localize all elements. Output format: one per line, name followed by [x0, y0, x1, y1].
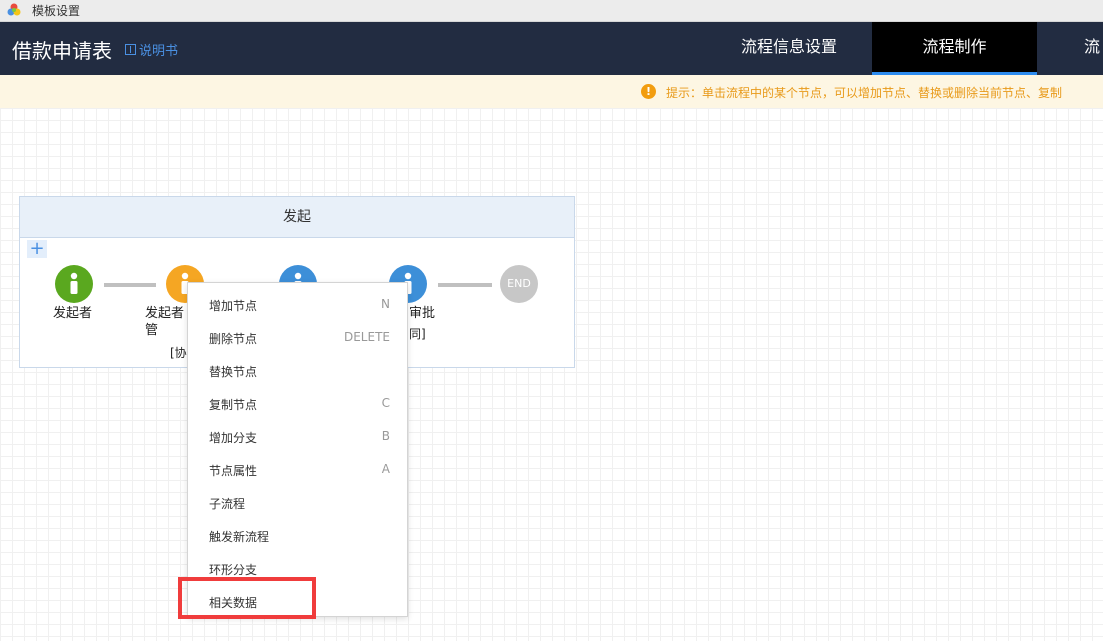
info-icon: !: [641, 84, 656, 99]
menu-item-shortcut: A: [381, 462, 390, 476]
context-menu: 增加节点 N 删除节点 DELETE 替换节点 复制节点 C 增加分支 B 节点…: [187, 282, 408, 617]
flow-node-initiator[interactable]: [55, 265, 93, 303]
menu-item-add-branch[interactable]: 增加分支 B: [188, 420, 407, 453]
menu-item-shortcut: N: [381, 297, 390, 311]
menu-item-label: 删除节点: [209, 332, 258, 346]
node-label: 发起者: [53, 306, 93, 321]
lane-title: 发起: [20, 197, 574, 238]
form-title: 借款申请表: [12, 39, 112, 63]
menu-item-copy-node[interactable]: 复制节点 C: [188, 387, 407, 420]
node-label: 同]: [409, 327, 426, 341]
menu-item-label: 复制节点: [209, 398, 258, 412]
window-title-bar: 模板设置: [0, 0, 1103, 22]
menu-item-shortcut: C: [381, 396, 390, 410]
connector-line: [438, 283, 492, 287]
hint-bar: ! 提示：单击流程中的某个节点，可以增加节点、替换或删除当前节点、复制: [0, 75, 1103, 108]
node-label: 审批: [409, 306, 436, 321]
menu-item-shortcut: DELETE: [343, 330, 390, 344]
menu-item-delete-node[interactable]: 删除节点 DELETE: [188, 321, 407, 354]
menu-item-label: 子流程: [209, 497, 246, 511]
menu-item-trigger-new-process[interactable]: 触发新流程: [188, 519, 407, 552]
hint-text: 提示：单击流程中的某个节点，可以增加节点、替换或删除当前节点、复制: [666, 86, 1063, 100]
menu-item-label: 替换节点: [209, 365, 258, 379]
book-icon: [125, 44, 136, 55]
tab-next[interactable]: 流: [1070, 22, 1103, 75]
menu-item-label: 增加分支: [209, 431, 258, 445]
node-label: 管: [145, 323, 159, 338]
window-title: 模板设置: [32, 4, 81, 18]
node-label: 发起者: [145, 306, 185, 321]
menu-item-label: 增加节点: [209, 299, 258, 313]
node-label: [协: [170, 346, 187, 360]
menu-item-label: 环形分支: [209, 563, 258, 577]
flow-node-end[interactable]: END: [500, 265, 538, 303]
menu-item-label: 节点属性: [209, 464, 258, 478]
app-header: 借款申请表 说明书 流程信息设置 流程制作 流: [0, 22, 1103, 75]
manual-link-label: 说明书: [139, 44, 179, 59]
menu-item-shortcut: B: [381, 429, 390, 443]
menu-item-add-node[interactable]: 增加节点 N: [188, 288, 407, 321]
end-label: END: [507, 277, 531, 290]
connector-line: [104, 283, 156, 287]
menu-item-subprocess[interactable]: 子流程: [188, 486, 407, 519]
person-icon: [70, 272, 78, 294]
menu-item-node-properties[interactable]: 节点属性 A: [188, 453, 407, 486]
menu-item-replace-node[interactable]: 替换节点: [188, 354, 407, 387]
menu-item-label: 触发新流程: [209, 530, 270, 544]
highlight-annotation: [178, 577, 316, 619]
manual-link[interactable]: 说明书: [125, 40, 178, 59]
app-logo-icon: [7, 3, 21, 16]
add-branch-button[interactable]: +: [27, 240, 47, 258]
tab-process-info-settings[interactable]: 流程信息设置: [714, 22, 864, 75]
tab-process-design[interactable]: 流程制作: [872, 22, 1037, 75]
flow-canvas[interactable]: [0, 108, 1103, 641]
